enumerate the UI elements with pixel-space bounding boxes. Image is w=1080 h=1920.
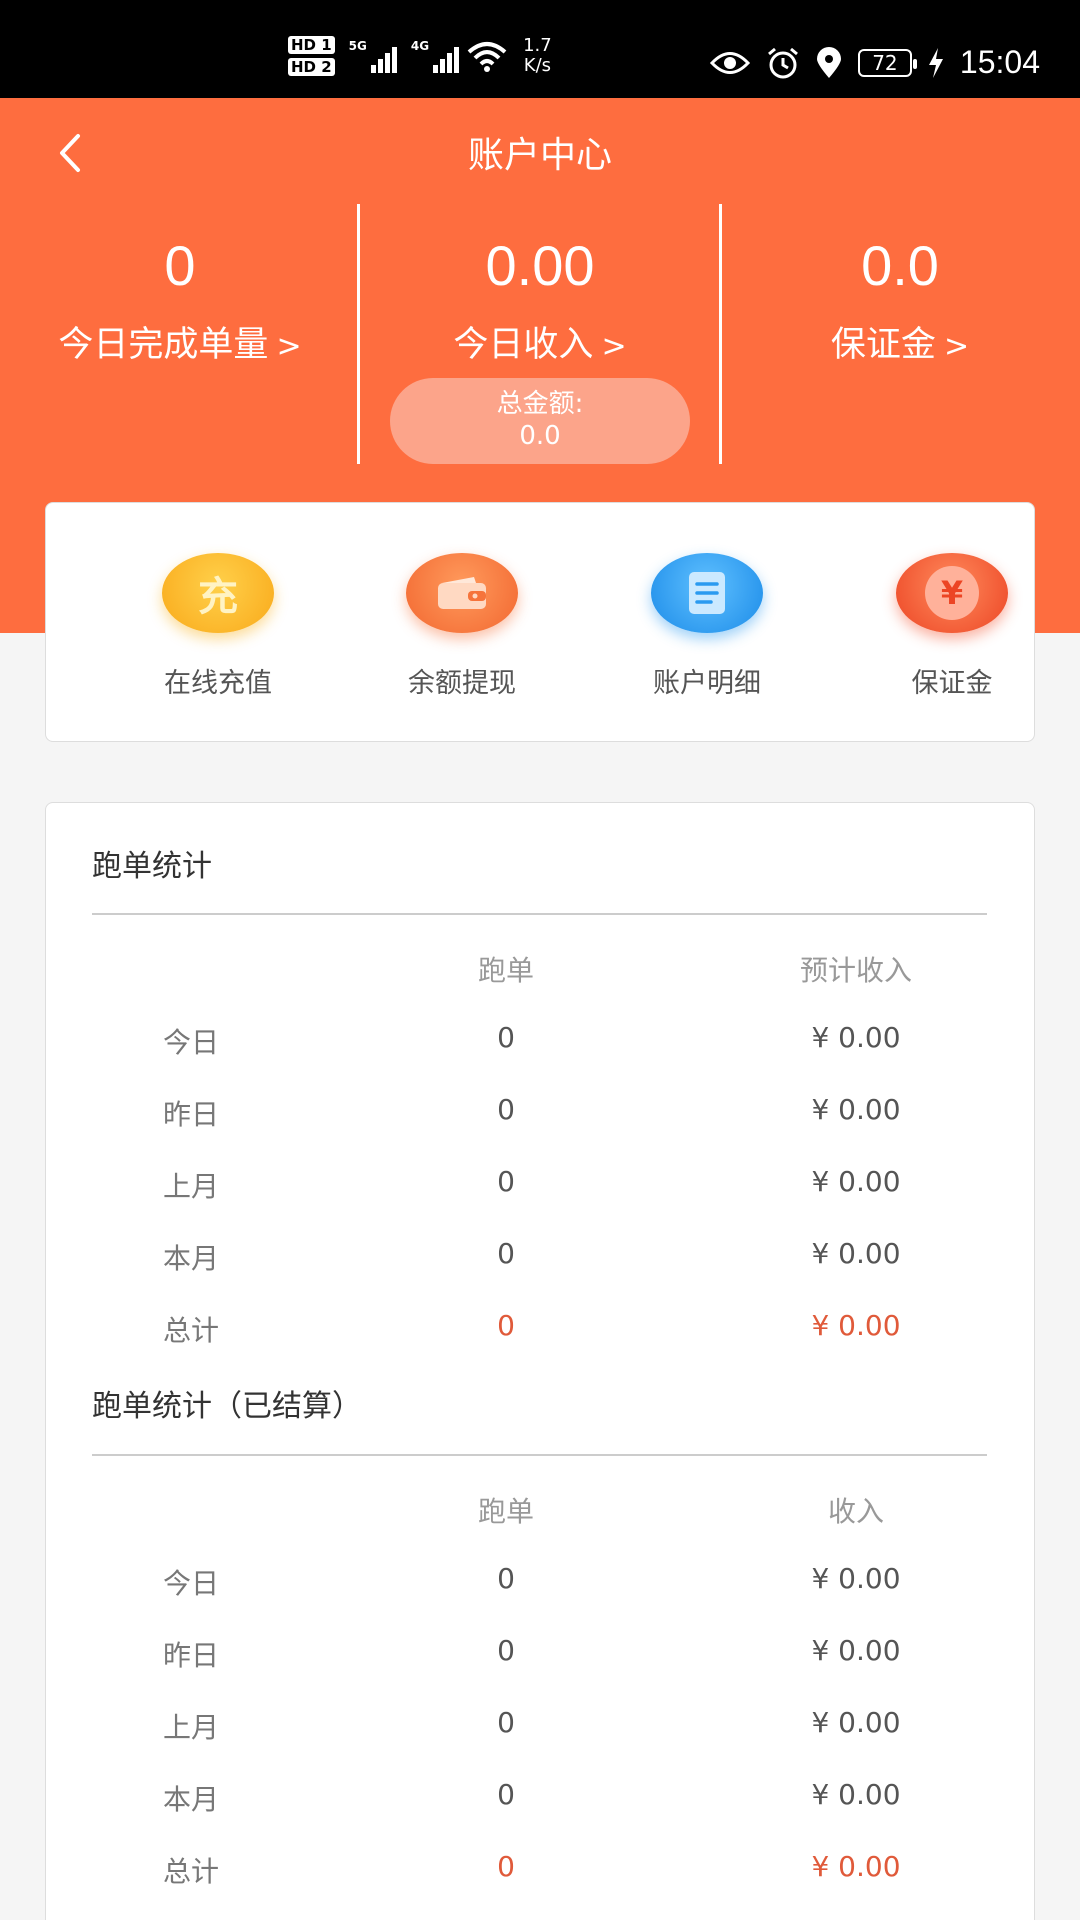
row-amount: ¥ 0.00 [811, 1634, 901, 1667]
settled-stats-title: 跑单统计（已结算） [92, 1389, 362, 1424]
row-count: 0 [497, 1706, 515, 1739]
account-details-label: 账户明细 [653, 668, 761, 699]
table-row: 昨日 0 ¥ 0.00 [46, 1634, 1036, 1674]
clock: 15:04 [959, 44, 1040, 80]
column-header-orders: 跑单 [477, 954, 534, 987]
charging-icon [928, 47, 943, 78]
table-row-total: 总计 0 ¥ 0.00 [46, 1309, 1036, 1349]
deposit-action-label: 保证金 [911, 668, 993, 699]
deposit-button[interactable]: ¥ 保证金 [852, 553, 1052, 700]
page-title: 账户中心 [467, 135, 612, 176]
quick-actions-card: 充 在线充值 余额提现 账户明细 ¥ 保证金 [45, 502, 1035, 742]
row-label: 今日 [162, 1567, 219, 1600]
row-amount: ¥ 0.00 [811, 1562, 901, 1595]
table-row-total: 总计 0 ¥ 0.00 [46, 1850, 1036, 1890]
today-orders-stat[interactable]: 0 今日完成单量 > [0, 236, 360, 367]
total-amount-value: 0.0 [519, 421, 561, 451]
column-header-income: 收入 [827, 1495, 884, 1528]
document-icon [651, 553, 763, 633]
hd-badge-2: HD 2 [288, 58, 335, 76]
deposit-value: 0.0 [861, 234, 939, 297]
section-divider [92, 1454, 987, 1456]
row-count: 0 [497, 1634, 515, 1667]
withdraw-label: 余额提现 [408, 668, 516, 699]
row-label: 昨日 [162, 1639, 219, 1672]
statistics-card: 跑单统计 跑单 预计收入 今日 0 ¥ 0.00 昨日 0 ¥ 0.00 上月 … [45, 802, 1035, 1920]
row-amount: ¥ 0.00 [811, 1778, 901, 1811]
table-row: 今日 0 ¥ 0.00 [46, 1021, 1036, 1061]
order-stats-title: 跑单统计 [92, 849, 212, 884]
row-amount: ¥ 0.00 [811, 1706, 901, 1739]
recharge-label: 在线充值 [164, 668, 272, 699]
row-label: 本月 [162, 1242, 219, 1275]
withdraw-button[interactable]: 余额提现 [362, 553, 562, 700]
section-divider [92, 913, 987, 915]
row-amount: ¥ 0.00 [811, 1237, 901, 1270]
status-left: HD 1 HD 2 5G 4G 1.7 K/s [288, 36, 552, 76]
today-orders-value: 0 [164, 234, 196, 297]
row-count: 0 [497, 1165, 515, 1198]
row-count: 0 [497, 1562, 515, 1595]
status-bar: HD 1 HD 2 5G 4G 1.7 K/s 72 15:04 [0, 0, 1080, 98]
table-row: 本月 0 ¥ 0.00 [46, 1778, 1036, 1818]
recharge-button[interactable]: 充 在线充值 [118, 553, 318, 700]
signal-4g-icon: 4G [411, 39, 460, 73]
table-row: 本月 0 ¥ 0.00 [46, 1237, 1036, 1277]
settled-stats-header: 跑单 收入 [46, 1490, 1036, 1530]
today-income-value: 0.00 [485, 234, 595, 297]
table-row: 上月 0 ¥ 0.00 [46, 1165, 1036, 1205]
account-details-button[interactable]: 账户明细 [607, 553, 807, 700]
row-label: 昨日 [162, 1098, 219, 1131]
wifi-icon [467, 42, 507, 72]
signal-5g-icon: 5G [349, 39, 397, 73]
battery-icon: 72 [857, 48, 917, 77]
row-count: 0 [497, 1778, 515, 1811]
row-count: 0 [497, 1237, 515, 1270]
chevron-right-icon: > [943, 329, 970, 364]
yuan-icon: ¥ [896, 553, 1008, 633]
deposit-stat[interactable]: 0.0 保证金 > [720, 236, 1080, 367]
eye-icon [709, 51, 750, 74]
status-right: 72 15:04 [709, 44, 1040, 81]
recharge-icon: 充 [162, 553, 274, 633]
total-amount-pill: 总金额: 0.0 [390, 378, 690, 464]
chevron-right-icon: > [276, 329, 302, 364]
table-row: 上月 0 ¥ 0.00 [46, 1706, 1036, 1746]
row-count: 0 [497, 1021, 515, 1054]
row-amount: ¥ 0.00 [811, 1093, 901, 1126]
column-header-expected-income: 预计收入 [799, 954, 912, 987]
network-speed: 1.7 K/s [523, 35, 552, 76]
today-income-label: 今日收入 > [453, 325, 627, 365]
hd-badge-1: HD 1 [288, 36, 335, 54]
row-label: 上月 [162, 1711, 219, 1744]
table-row: 今日 0 ¥ 0.00 [46, 1562, 1036, 1602]
row-count: 0 [497, 1309, 515, 1342]
alarm-icon [767, 47, 798, 78]
order-stats-header: 跑单 预计收入 [46, 949, 1036, 989]
row-label: 本月 [162, 1783, 219, 1816]
total-amount-label: 总金额: [496, 389, 584, 419]
row-amount: ¥ 0.00 [811, 1165, 901, 1198]
wallet-icon [406, 553, 518, 633]
today-orders-label: 今日完成单量 > [58, 325, 302, 365]
row-label: 总计 [162, 1855, 219, 1888]
row-label: 今日 [162, 1026, 219, 1059]
column-header-orders: 跑单 [477, 1495, 534, 1528]
chevron-right-icon: > [601, 329, 627, 364]
row-amount: ¥ 0.00 [811, 1850, 901, 1883]
deposit-label: 保证金 > [830, 325, 970, 365]
table-row: 昨日 0 ¥ 0.00 [46, 1093, 1036, 1133]
row-label: 总计 [162, 1314, 219, 1347]
location-icon [816, 46, 841, 78]
row-amount: ¥ 0.00 [811, 1021, 901, 1054]
row-label: 上月 [162, 1170, 219, 1203]
row-count: 0 [497, 1093, 515, 1126]
row-count: 0 [497, 1850, 515, 1883]
today-income-stat[interactable]: 0.00 今日收入 > [360, 236, 720, 367]
row-amount: ¥ 0.00 [811, 1309, 901, 1342]
